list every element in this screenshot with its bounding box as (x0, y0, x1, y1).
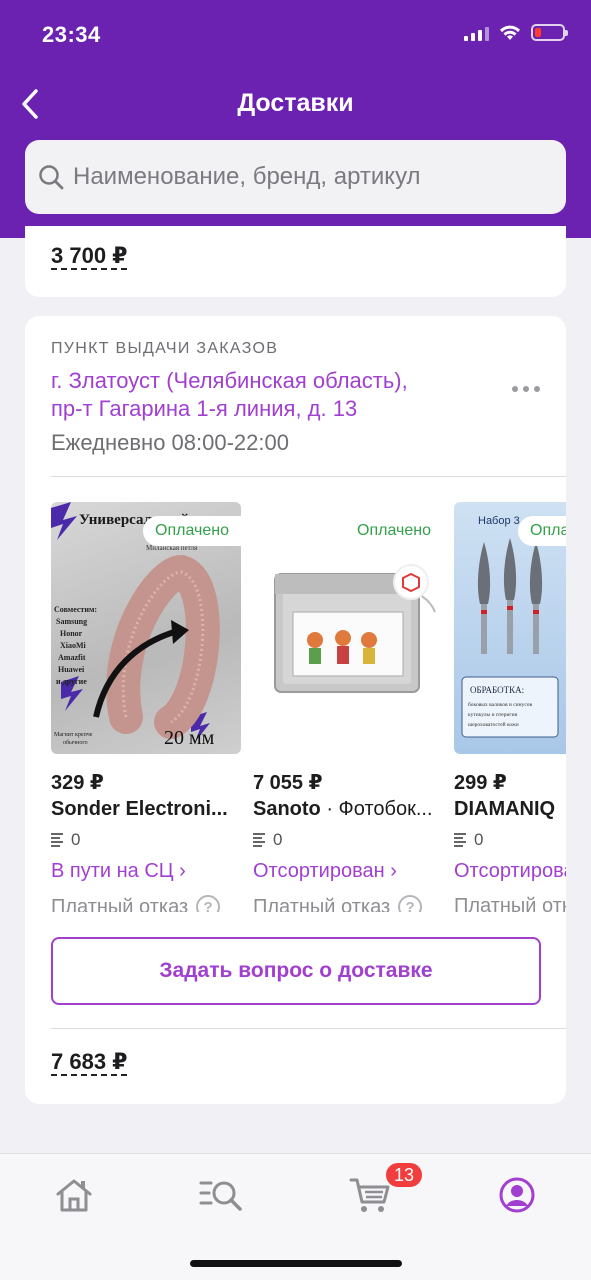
product-qty-value: 0 (71, 830, 81, 849)
svg-text:Honor: Honor (60, 629, 83, 638)
previous-delivery-card: 3 700 ₽ (25, 226, 566, 297)
home-icon (56, 1179, 92, 1212)
pickup-address[interactable]: г. Златоуст (Челябинская область), пр-т … (51, 367, 481, 423)
nav-catalog[interactable] (198, 1172, 244, 1218)
product-brand: DIAMANIQ (454, 798, 556, 820)
paid-badge: Оплачено (518, 516, 566, 546)
product-qty: 0 (253, 830, 282, 850)
svg-text:кутикулы и птеригия: кутикулы и птеригия (468, 712, 518, 718)
divider (51, 1028, 566, 1029)
product-qty: 0 (454, 830, 483, 850)
product-qty-value: 0 (273, 830, 283, 849)
address-line-1: г. Златоуст (Челябинская область), (51, 368, 408, 393)
status-time: 23:34 (42, 22, 101, 47)
product-price: 329 ₽ (51, 772, 104, 794)
paid-refusal-label: Платный отказ (454, 895, 566, 912)
pickup-point-label: ПУНКТ ВЫДАЧИ ЗАКАЗОВ (51, 340, 279, 357)
svg-text:Магнит крепче: Магнит крепче (54, 732, 93, 738)
svg-text:и другие: и другие (56, 677, 87, 686)
search-bar[interactable] (25, 140, 566, 214)
product-qty-value: 0 (474, 830, 484, 849)
svg-text:Amazfit: Amazfit (58, 653, 86, 662)
page-title: Доставки (237, 89, 354, 117)
paid-refusal: Платный отказ ? (253, 895, 423, 913)
dot-icon (523, 386, 529, 392)
paid-refusal-label: Платный отказ (253, 895, 391, 913)
svg-text:шероховатостей кожи: шероховатостей кожи (468, 721, 519, 728)
product-status-link[interactable]: Отсортирован › (454, 860, 566, 883)
paid-refusal: Платный отказ ? (51, 895, 221, 913)
delivery-total[interactable]: 7 683 ₽ (51, 1049, 128, 1077)
delivery-card: ПУНКТ ВЫДАЧИ ЗАКАЗОВ г. Златоуст (Челяби… (25, 316, 566, 1104)
list-icon (253, 833, 265, 847)
home-indicator (190, 1260, 402, 1267)
product-brand: Sanoto (253, 798, 321, 820)
help-icon[interactable]: ? (196, 895, 221, 912)
help-icon[interactable]: ? (398, 895, 423, 912)
svg-text:XiaoMi: XiaoMi (60, 641, 87, 650)
product-qty: 0 (51, 830, 80, 850)
nav-home[interactable] (51, 1172, 97, 1218)
cart-icon (349, 1178, 390, 1212)
product-price: 299 ₽ (454, 772, 507, 794)
svg-text:Huawei: Huawei (58, 665, 85, 674)
cart-count-badge: 13 (384, 1161, 425, 1189)
product-brand: Sonder Electroni... (51, 798, 228, 820)
product-name: Sonder Electroni... (51, 798, 241, 821)
product-status-link[interactable]: В пути на СЦ › (51, 860, 186, 883)
paid-refusal: Платный отказ (454, 895, 566, 912)
svg-text:боковых валиков и синусов: боковых валиков и синусов (468, 701, 533, 708)
product-image[interactable]: Оплачено (253, 502, 443, 754)
svg-text:Совместим:: Совместим: (54, 605, 97, 614)
dot-icon (534, 386, 540, 392)
search-input[interactable] (73, 163, 543, 191)
product-status-link[interactable]: Отсортирован › (253, 860, 397, 883)
product-name: DIAMANIQ (454, 798, 566, 821)
profile-icon (499, 1177, 535, 1213)
ask-delivery-question-button[interactable]: Задать вопрос о доставке (51, 937, 541, 1005)
cellular-signal-icon (464, 25, 489, 41)
paid-badge: Оплачено (345, 516, 443, 546)
dot-icon (512, 386, 518, 392)
previous-order-total[interactable]: 3 700 ₽ (51, 243, 128, 271)
wifi-icon (500, 25, 520, 40)
status-icons (464, 24, 568, 41)
divider (51, 476, 566, 477)
products-carousel[interactable]: Универсальный ремешок Миланская петля Со… (51, 502, 566, 912)
product-image[interactable]: Набор 3 ОБРАБОТКА: боковых валиков и син… (454, 502, 566, 754)
list-icon (454, 833, 466, 847)
paid-badge: Оплачено (143, 516, 241, 546)
more-options-button[interactable] (512, 386, 540, 392)
paid-refusal-label: Платный отказ (51, 895, 189, 913)
product-image[interactable]: Универсальный ремешок Миланская петля Со… (51, 502, 241, 754)
product-price: 7 055 ₽ (253, 772, 323, 794)
image-set-text: Набор 3 (478, 515, 520, 527)
pickup-hours: Ежедневно 08:00-22:00 (51, 430, 289, 455)
search-icon (39, 165, 64, 190)
address-line-2: пр-т Гагарина 1-я линия, д. 13 (51, 396, 358, 421)
svg-text:обычного: обычного (63, 739, 88, 746)
battery-icon (531, 24, 568, 41)
svg-text:Samsung: Samsung (56, 617, 87, 626)
image-treat-text: ОБРАБОТКА: (470, 685, 524, 695)
product-name: Sanoto · Фотобок... (253, 798, 443, 821)
app-header: 23:34 Доставки (0, 0, 591, 238)
list-icon (51, 833, 63, 847)
catalog-search-icon (199, 1181, 242, 1211)
nav-profile[interactable] (494, 1172, 540, 1218)
image-size-text: 20 мм (164, 727, 215, 749)
product-title: · Фотобок... (320, 798, 433, 820)
